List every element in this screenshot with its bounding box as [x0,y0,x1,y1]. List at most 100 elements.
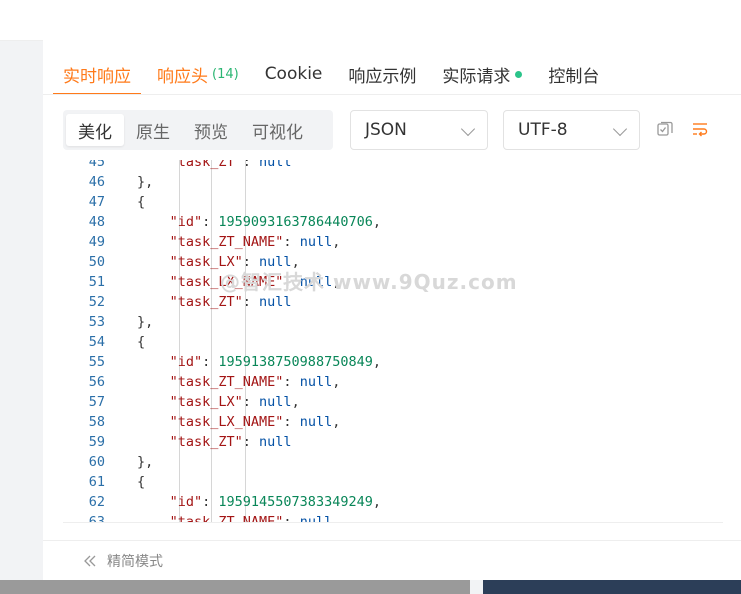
left-gutter [0,0,43,594]
code-line: 55 "id": 1959138750988750849, [63,352,723,372]
json-colon: : [283,234,300,250]
json-quote: " [169,514,178,522]
code-line: 59 "task_ZT": null [63,432,723,452]
json-quote: " [169,414,178,430]
copy-check-icon[interactable] [656,120,674,138]
code-line: 57 "task_LX": null, [63,392,723,412]
encoding-select[interactable]: UTF-8 [503,110,640,150]
status-dot-icon [515,70,523,78]
tab-5[interactable]: 控制台 [548,54,599,94]
tab-count-badge: (14) [212,66,239,82]
line-number: 50 [88,254,105,270]
json-quote: " [169,214,178,230]
tab-label: Cookie [264,64,323,84]
line-number: 49 [88,234,105,250]
json-punct: { [137,474,146,490]
tab-4[interactable]: 实际请求 [442,54,523,94]
taskbar-fragment [483,580,741,594]
json-colon: : [242,434,260,450]
json-quote: " [169,374,178,390]
line-number: 51 [88,274,105,290]
json-comma: , [332,234,341,250]
tab-2[interactable]: Cookie [265,54,323,94]
json-comma: , [291,394,300,410]
line-number: 52 [88,294,105,310]
code-line: 53}, [63,312,723,332]
json-value: 1959093163786440706 [218,214,373,230]
json-quote: " [169,234,178,250]
code-line: 61 { [63,472,723,492]
tab-label: 响应头 [157,66,208,87]
double-chevron-left-icon [84,555,96,567]
code-text: "id": 1959138750988750849, [170,352,381,372]
json-colon: : [202,494,219,510]
response-tabs: 实时响应 响应头 (14) Cookie 响应示例 实际请求 控制台 [53,54,625,95]
json-quote: " [234,294,243,310]
view-mode-3[interactable]: 可视化 [240,114,315,146]
code-line: 58 "task_LX_NAME": null, [63,412,723,432]
json-quote: " [234,434,243,450]
json-code-viewer[interactable]: 45 "task_ZT": null 46}, 47{48 "id": 19590931… [63,160,723,522]
view-mode-0[interactable]: 美化 [66,114,124,146]
line-number: 57 [88,394,105,410]
view-mode-2[interactable]: 预览 [182,114,240,146]
json-quote: " [169,294,178,310]
json-colon: : [283,374,300,390]
tab-3[interactable]: 响应示例 [348,54,416,94]
json-key: task_ZT_NAME [177,234,276,250]
code-line: 56 "task_ZT_NAME": null, [63,372,723,392]
code-text: "task_ZT_NAME": null, [170,512,341,522]
code-text: "task_ZT_NAME": null, [170,372,341,392]
json-value: null [299,234,333,250]
json-key: task_ZT [177,434,235,450]
json-colon: : [283,514,300,522]
json-key: task_ZT [177,294,235,310]
json-comma: , [332,514,341,522]
json-key: task_ZT [177,160,235,170]
json-quote: " [194,214,203,230]
json-value: 1959138750988750849 [218,354,373,370]
json-key: task_ZT_NAME [177,514,276,522]
tab-label: 响应示例 [348,66,417,87]
json-quote: " [169,274,178,290]
json-colon: : [283,414,300,430]
json-punct: }, [137,314,154,330]
scrollbar-track[interactable] [0,580,470,594]
code-text: "task_ZT": null [170,432,292,452]
json-quote: " [234,160,243,170]
line-number: 48 [88,214,105,230]
json-punct: { [137,334,146,350]
code-line: 48 "id": 1959093163786440706, [63,212,723,232]
json-quote: " [234,394,243,410]
json-key: task_ZT_NAME [177,374,276,390]
code-text: }, [137,452,153,472]
line-number: 56 [88,374,105,390]
tab-0[interactable]: 实时响应 [53,54,141,95]
json-key: task_LX_NAME [177,414,276,430]
json-comma: , [332,374,341,390]
line-number: 61 [88,474,105,490]
tab-1[interactable]: 响应头 (14) [157,54,239,94]
json-colon: : [202,214,219,230]
view-mode-switch: 美化 原生 预览 可视化 [63,110,333,150]
json-value: null [259,394,292,410]
code-text: { [137,472,145,492]
json-colon: : [242,394,260,410]
format-select[interactable]: JSON [350,110,488,150]
response-panel: 实时响应 响应头 (14) Cookie 响应示例 实际请求 控制台 美化 原生 预览 可视化 J… [43,40,741,580]
code-line: 46}, [63,172,723,192]
code-text: "id": 1959145507383349249, [170,492,381,512]
compact-mode-toggle[interactable]: 精简模式 [83,551,163,571]
json-key: id [177,494,194,510]
json-quote: " [169,354,178,370]
json-key: id [177,214,194,230]
json-comma: , [372,354,381,370]
json-comma: , [372,214,381,230]
wrap-lines-icon[interactable] [691,120,709,138]
line-number: 45 [88,160,105,170]
code-divider [63,522,723,523]
json-key: id [177,354,194,370]
view-mode-1[interactable]: 原生 [124,114,182,146]
json-comma: , [372,494,381,510]
line-number: 55 [88,354,105,370]
